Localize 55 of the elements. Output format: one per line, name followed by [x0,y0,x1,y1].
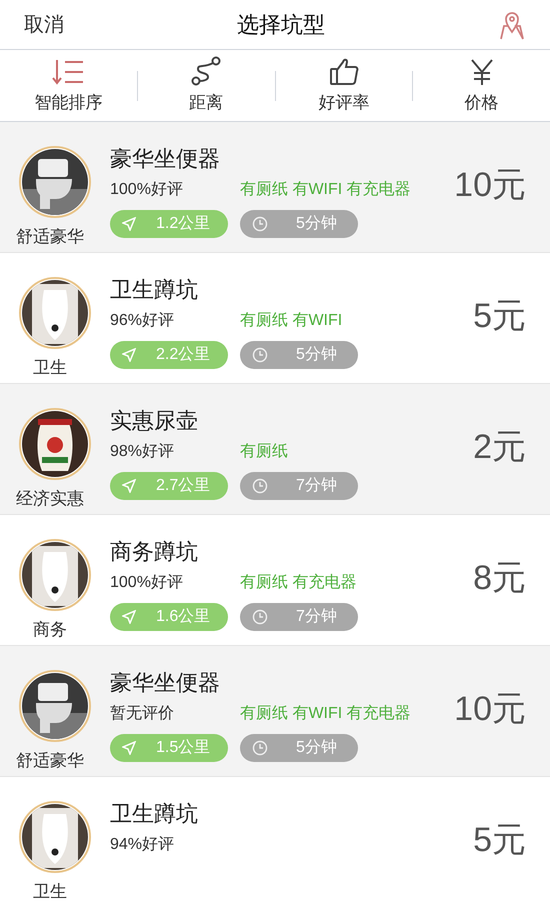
rating-text: 98%好评 [110,442,176,462]
stall-name: 卫生蹲坑 [110,801,199,828]
stall-name: 豪华坐便器 [110,670,221,697]
rating-text: 暂无评价 [110,704,175,724]
clock-icon [252,478,268,494]
distance-pill: 1.5公里 [110,734,228,762]
navigation-arrow-icon [122,348,136,362]
price-text: 5元 [473,296,527,337]
sort-icon [51,58,86,86]
price-text: 5元 [473,820,527,861]
navigation-arrow-icon [122,610,136,624]
yen-icon [468,58,495,86]
wait-time-pill: 7分钟 [240,603,358,631]
stall-type-label: 经济实惠 [16,488,84,510]
wait-time-pill: 5分钟 [240,210,358,238]
stall-name: 实惠尿壶 [110,408,199,435]
rating-text: 100%好评 [110,573,184,593]
amenities-text: 有厕纸 有WIFI 有充电器 [240,180,411,200]
distance-pill: 2.2公里 [110,341,228,369]
price-text: 10元 [454,165,527,206]
rating-text: 100%好评 [110,180,184,200]
stall-type-label: 舒适豪华 [16,226,84,248]
amenities-text: 有厕纸 有充电器 [240,572,356,593]
price-text: 8元 [473,558,527,599]
clock-icon [252,216,268,232]
stall-type-label: 卫生 [33,357,67,379]
price-text: 2元 [473,427,527,468]
rating-text: 94%好评 [110,835,176,855]
stall-name: 商务蹲坑 [110,539,199,566]
clock-icon [252,347,268,363]
distance-pill: 2.7公里 [110,472,228,500]
stall-type-label: 舒适豪华 [16,750,84,772]
navigation-arrow-icon [122,741,136,755]
wait-time-pill: 5分钟 [240,341,358,369]
wait-time-pill: 5分钟 [240,734,358,762]
clock-icon [252,609,268,625]
amenities-text: 有厕纸 有WIFI [240,311,342,331]
route-icon [190,56,222,86]
navigation-arrow-icon [122,217,136,231]
price-text: 10元 [454,689,527,730]
amenities-text: 有厕纸 有WIFI 有充电器 [240,704,411,724]
distance-pill: 1.2公里 [110,210,228,238]
amenities-text: 有厕纸 [240,442,288,462]
map-pin-icon[interactable] [498,10,526,40]
cancel-button[interactable]: 取消 [24,10,64,40]
navigation-arrow-icon [122,479,136,493]
page-title: 选择坑型 [237,11,325,39]
wait-time-pill: 7分钟 [240,472,358,500]
stall-name: 豪华坐便器 [110,146,221,173]
distance-pill: 1.6公里 [110,603,228,631]
clock-icon [252,740,268,756]
stall-type-label: 商务 [33,619,67,641]
stall-name: 卫生蹲坑 [110,277,199,304]
rating-text: 96%好评 [110,311,176,331]
stall-type-label: 卫生 [33,881,67,903]
